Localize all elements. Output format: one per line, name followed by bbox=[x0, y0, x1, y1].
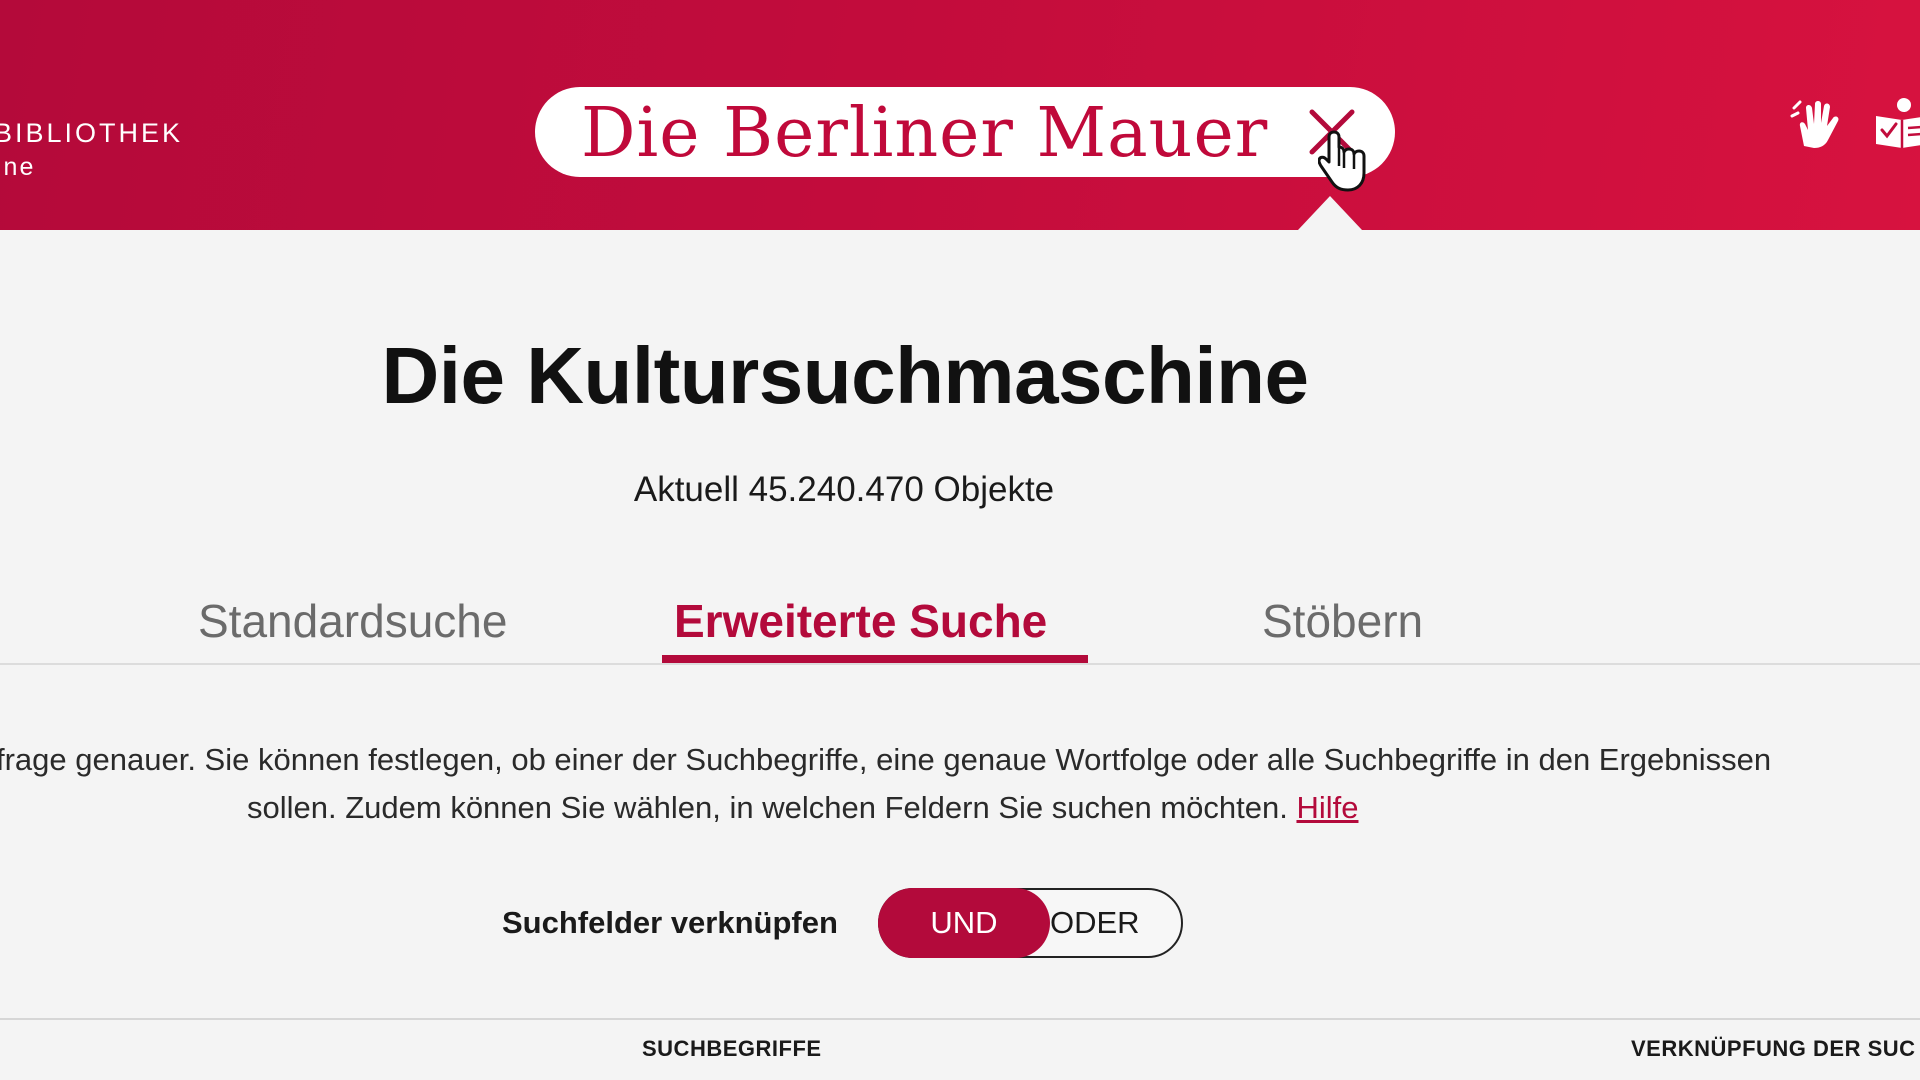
sign-language-button[interactable] bbox=[1790, 96, 1846, 152]
easy-language-button[interactable] bbox=[1872, 96, 1920, 152]
combine-fields-label: Suchfelder verknüpfen bbox=[502, 905, 838, 940]
page: BIBLIOTHEK ine Die Berliner Mauer bbox=[0, 0, 1920, 1080]
brand-subtitle: ine bbox=[0, 153, 36, 182]
sign-language-hand-icon bbox=[1790, 100, 1839, 148]
table-divider bbox=[0, 1018, 1920, 1020]
tab-standardsuche[interactable]: Standardsuche bbox=[198, 585, 507, 663]
active-tab-indicator bbox=[662, 655, 1088, 663]
search-bar[interactable]: Die Berliner Mauer bbox=[535, 87, 1395, 177]
toggle-option-oder[interactable]: ODER bbox=[1050, 888, 1182, 958]
intro-text-line1: frage genauer. Sie können festlegen, ob … bbox=[0, 742, 1772, 777]
clear-search-button[interactable] bbox=[1305, 105, 1359, 159]
easy-language-book-icon bbox=[1876, 98, 1920, 148]
intro-text-line2: sollen. Zudem können Sie wählen, in welc… bbox=[247, 790, 1358, 826]
intro-text-line2-body: sollen. Zudem können Sie wählen, in welc… bbox=[247, 790, 1288, 825]
help-link[interactable]: Hilfe bbox=[1296, 790, 1358, 825]
tab-pointer bbox=[1298, 196, 1362, 230]
tab-erweiterte-suche[interactable]: Erweiterte Suche bbox=[674, 585, 1047, 663]
combine-fields-toggle[interactable]: UND ODER bbox=[878, 888, 1183, 958]
toggle-option-und[interactable]: UND bbox=[878, 888, 1050, 958]
tab-stoebern[interactable]: Stöbern bbox=[1262, 585, 1423, 663]
search-input[interactable]: Die Berliner Mauer bbox=[581, 87, 1268, 177]
page-title: Die Kultursuchmaschine bbox=[381, 331, 1309, 420]
search-tabs: Standardsuche Erweiterte Suche Stöbern bbox=[0, 585, 1920, 665]
object-count: Aktuell 45.240.470 Objekte bbox=[633, 470, 1055, 509]
site-header: BIBLIOTHEK ine Die Berliner Mauer bbox=[0, 0, 1920, 230]
brand-name: BIBLIOTHEK bbox=[0, 118, 184, 148]
column-header-combination: VERKNÜPFUNG DER SUC bbox=[1631, 1036, 1916, 1061]
close-icon bbox=[1309, 109, 1355, 155]
column-header-search-terms: SUCHBEGRIFFE bbox=[642, 1036, 822, 1061]
site-logo[interactable]: BIBLIOTHEK ine bbox=[0, 118, 183, 182]
